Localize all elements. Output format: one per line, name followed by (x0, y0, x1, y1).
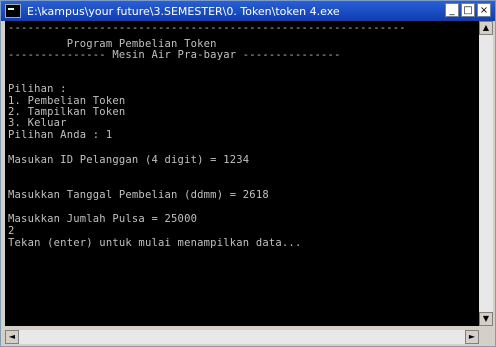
maximize-button[interactable]: □ (461, 3, 475, 17)
window-controls: _ □ × (445, 3, 491, 17)
scroll-left-button[interactable]: ◄ (5, 330, 19, 344)
window-title: E:\kampus\your future\3.SEMESTER\0. Toke… (27, 4, 340, 18)
console-line: Pilihan : (8, 83, 67, 95)
title-bar[interactable]: E:\kampus\your future\3.SEMESTER\0. Toke… (1, 1, 495, 21)
console-line: Pilihan Anda : 1 (8, 129, 113, 141)
scroll-up-button[interactable]: ▲ (479, 21, 493, 35)
horizontal-scrollbar[interactable]: ◄ ► (5, 330, 479, 344)
console-window: E:\kampus\your future\3.SEMESTER\0. Toke… (0, 0, 496, 347)
close-button[interactable]: × (477, 3, 491, 17)
console-line: ----------------------------------------… (8, 22, 406, 34)
size-grip[interactable] (479, 330, 493, 344)
console-line: Masukkan Tanggal Pembelian (ddmm) = 2618 (8, 189, 269, 201)
console-line: --------------- Mesin Air Pra-bayar ----… (8, 49, 341, 61)
console-line: 3. Keluar (8, 117, 67, 129)
console-line: Masukkan Jumlah Pulsa = 25000 (8, 213, 198, 225)
console-line: Masukan ID Pelanggan (4 digit) = 1234 (8, 154, 250, 166)
vertical-scrollbar[interactable]: ▲ ▼ (479, 21, 493, 326)
scroll-right-button[interactable]: ► (465, 330, 479, 344)
console-line: Tekan (enter) untuk mulai menampilkan da… (8, 237, 302, 249)
console-app-icon (5, 4, 21, 18)
console-line: 2 (8, 225, 15, 237)
scroll-down-button[interactable]: ▼ (479, 312, 493, 326)
minimize-button[interactable]: _ (445, 3, 459, 17)
console-output[interactable]: ----------------------------------------… (5, 21, 479, 326)
